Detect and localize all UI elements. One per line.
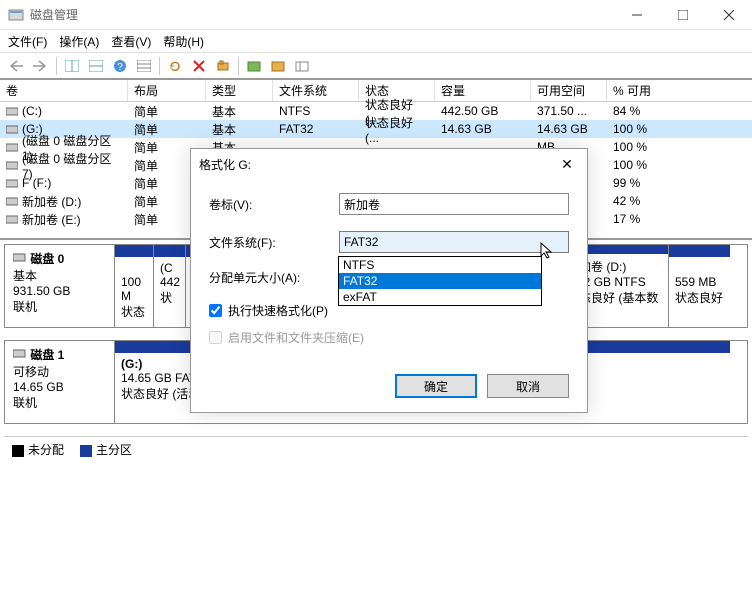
menu-help[interactable]: 帮助(H) xyxy=(163,33,204,50)
settings-button[interactable] xyxy=(133,55,155,77)
svg-text:?: ? xyxy=(117,62,123,73)
label-volume: 卷标(V): xyxy=(209,196,339,213)
col-type[interactable]: 类型 xyxy=(206,80,273,101)
help-button[interactable]: ? xyxy=(109,55,131,77)
window-title: 磁盘管理 xyxy=(30,6,614,23)
dropdown-option[interactable]: NTFS xyxy=(339,257,541,273)
filesystem-dropdown[interactable]: NTFSFAT32exFAT xyxy=(338,256,542,306)
ok-button[interactable]: 确定 xyxy=(395,374,477,398)
label-allocation-unit: 分配单元大小(A): xyxy=(209,269,339,286)
col-capacity[interactable]: 容量 xyxy=(435,80,531,101)
view-list-button[interactable] xyxy=(61,55,83,77)
col-volume[interactable]: 卷 xyxy=(0,80,128,101)
delete-button[interactable] xyxy=(188,55,210,77)
dialog-close-button[interactable]: ✕ xyxy=(555,156,579,173)
action2-button[interactable] xyxy=(212,55,234,77)
dialog-title: 格式化 G: xyxy=(199,156,555,173)
action4-button[interactable] xyxy=(267,55,289,77)
filesystem-combobox[interactable]: FAT32 xyxy=(339,231,569,253)
menu-action[interactable]: 操作(A) xyxy=(59,33,99,50)
maximize-button[interactable] xyxy=(660,0,706,30)
col-free[interactable]: 可用空间 xyxy=(531,80,607,101)
toolbar: ? xyxy=(0,52,752,80)
action3-button[interactable] xyxy=(243,55,265,77)
partition[interactable]: 559 MB状态良好 xyxy=(668,245,730,327)
close-button[interactable] xyxy=(706,0,752,30)
partition[interactable]: 100 M状态 xyxy=(115,245,153,327)
partition[interactable]: (C442状 xyxy=(153,245,185,327)
forward-button[interactable] xyxy=(30,55,52,77)
col-layout[interactable]: 布局 xyxy=(128,80,206,101)
legend: 未分配 主分区 xyxy=(4,436,748,462)
menu-file[interactable]: 文件(F) xyxy=(8,33,47,50)
menubar: 文件(F) 操作(A) 查看(V) 帮助(H) xyxy=(0,30,752,52)
legend-primary: 主分区 xyxy=(80,441,132,458)
col-pctfree[interactable]: % 可用 xyxy=(607,80,752,101)
col-filesystem[interactable]: 文件系统 xyxy=(273,80,359,101)
view-graphics-button[interactable] xyxy=(85,55,107,77)
cancel-button[interactable]: 取消 xyxy=(487,374,569,398)
quick-format-label: 执行快速格式化(P) xyxy=(228,302,328,319)
dropdown-option[interactable]: FAT32 xyxy=(339,273,541,289)
label-filesystem: 文件系统(F): xyxy=(209,234,339,251)
action5-button[interactable] xyxy=(291,55,313,77)
menu-view[interactable]: 查看(V) xyxy=(111,33,151,50)
volume-label-input[interactable] xyxy=(339,193,569,215)
window-titlebar: 磁盘管理 xyxy=(0,0,752,30)
compress-checkbox xyxy=(209,331,222,344)
app-icon xyxy=(8,7,24,23)
dropdown-option[interactable]: exFAT xyxy=(339,289,541,305)
legend-unallocated: 未分配 xyxy=(12,441,64,458)
window-controls xyxy=(614,0,752,30)
compress-label: 启用文件和文件夹压缩(E) xyxy=(228,329,364,346)
back-button[interactable] xyxy=(6,55,28,77)
dialog-titlebar: 格式化 G: ✕ xyxy=(191,149,587,179)
quick-format-checkbox[interactable] xyxy=(209,304,222,317)
minimize-button[interactable] xyxy=(614,0,660,30)
refresh-button[interactable] xyxy=(164,55,186,77)
